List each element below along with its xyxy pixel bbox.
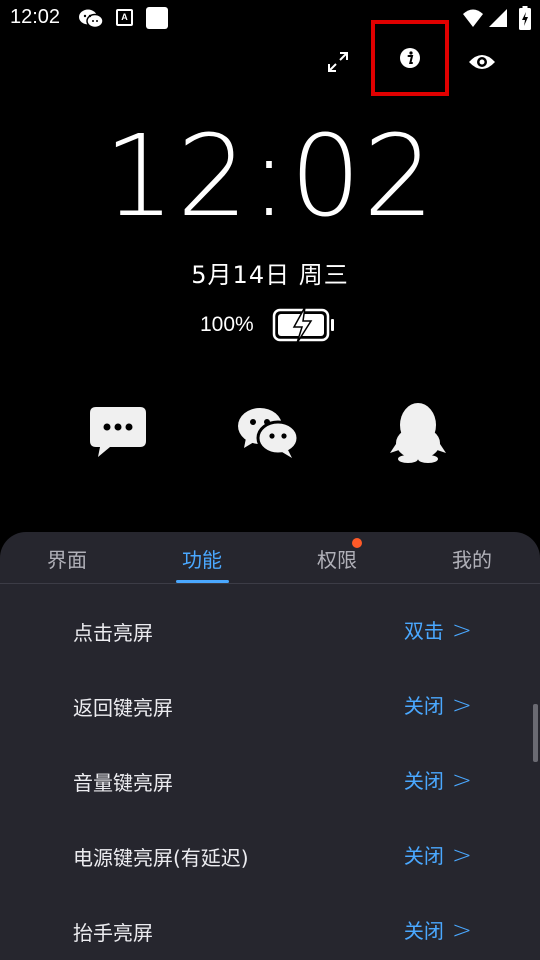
setting-row-raise-wake[interactable]: 抬手亮屏 关闭 > (0, 893, 540, 960)
setting-value[interactable]: 双击 > (404, 615, 472, 644)
setting-row-tap-wake[interactable]: 点击亮屏 双击 > (0, 593, 540, 668)
setting-value[interactable]: 关闭 > (404, 840, 472, 869)
active-tab-indicator (176, 580, 229, 583)
signal-icon (488, 8, 508, 32)
wifi-icon (462, 8, 484, 32)
eye-icon (469, 55, 495, 69)
tab-permissions[interactable]: 权限 (297, 544, 377, 573)
tab-mine[interactable]: 我的 (432, 544, 512, 573)
chevron-right-icon: > (451, 765, 472, 794)
status-time: 12:02 (10, 6, 61, 28)
setting-label: 点击亮屏 (73, 621, 153, 645)
white-square-icon (146, 7, 168, 29)
setting-row-power-key-wake[interactable]: 电源键亮屏(有延迟) 关闭 > (0, 818, 540, 893)
settings-panel: 界面 功能 权限 我的 点击亮屏 双击 > 返回键亮屏 关闭 > 音量键亮屏 关… (0, 532, 540, 960)
eye-button[interactable] (461, 42, 503, 82)
chevron-right-icon: > (451, 840, 472, 869)
setting-label: 电源键亮屏(有延迟) (73, 846, 249, 870)
expand-button[interactable] (318, 42, 358, 82)
setting-value-text: 关闭 (403, 919, 444, 943)
battery-percent: 100% (200, 313, 254, 336)
qq-app-button[interactable] (386, 400, 450, 464)
tab-interface[interactable]: 界面 (27, 544, 107, 573)
setting-value[interactable]: 关闭 > (404, 915, 472, 944)
permissions-badge-dot (352, 538, 362, 548)
message-app-button[interactable] (86, 400, 150, 464)
setting-label: 抬手亮屏 (73, 921, 153, 945)
tab-bar: 界面 功能 权限 我的 (0, 532, 540, 584)
battery-charging-icon (272, 307, 334, 343)
a-notification-icon: A (116, 9, 133, 26)
battery-status: 100% (200, 306, 336, 344)
setting-label: 音量键亮屏 (73, 771, 173, 795)
setting-value[interactable]: 关闭 > (404, 765, 472, 794)
chevron-right-icon: > (451, 690, 472, 719)
status-bar: 12:02 A (0, 0, 540, 38)
chevron-right-icon: > (451, 915, 472, 944)
setting-value-text: 关闭 (403, 769, 444, 793)
setting-value-text: 双击 (403, 619, 444, 643)
setting-value-text: 关闭 (403, 844, 444, 868)
scrollbar[interactable] (533, 704, 538, 762)
expand-icon (328, 52, 348, 72)
chevron-right-icon: > (451, 615, 472, 644)
wechat-icon (238, 408, 300, 458)
info-icon (400, 48, 420, 68)
info-button[interactable] (371, 20, 449, 96)
setting-value-text: 关闭 (403, 694, 444, 718)
setting-row-volume-key-wake[interactable]: 音量键亮屏 关闭 > (0, 743, 540, 818)
wechat-app-button[interactable] (236, 400, 300, 464)
wechat-notification-icon (78, 8, 104, 34)
tab-features[interactable]: 功能 (162, 544, 242, 573)
qq-icon (390, 403, 446, 463)
clock-date: 5月14日 周三 (191, 261, 349, 289)
setting-label: 返回键亮屏 (73, 696, 173, 720)
setting-row-back-key-wake[interactable]: 返回键亮屏 关闭 > (0, 668, 540, 743)
battery-charging-icon (519, 6, 531, 34)
settings-list: 点击亮屏 双击 > 返回键亮屏 关闭 > 音量键亮屏 关闭 > 电源键亮屏(有延… (0, 593, 540, 960)
setting-value[interactable]: 关闭 > (404, 690, 472, 719)
clock-time: 12:02 (103, 112, 437, 242)
message-icon (90, 407, 146, 457)
